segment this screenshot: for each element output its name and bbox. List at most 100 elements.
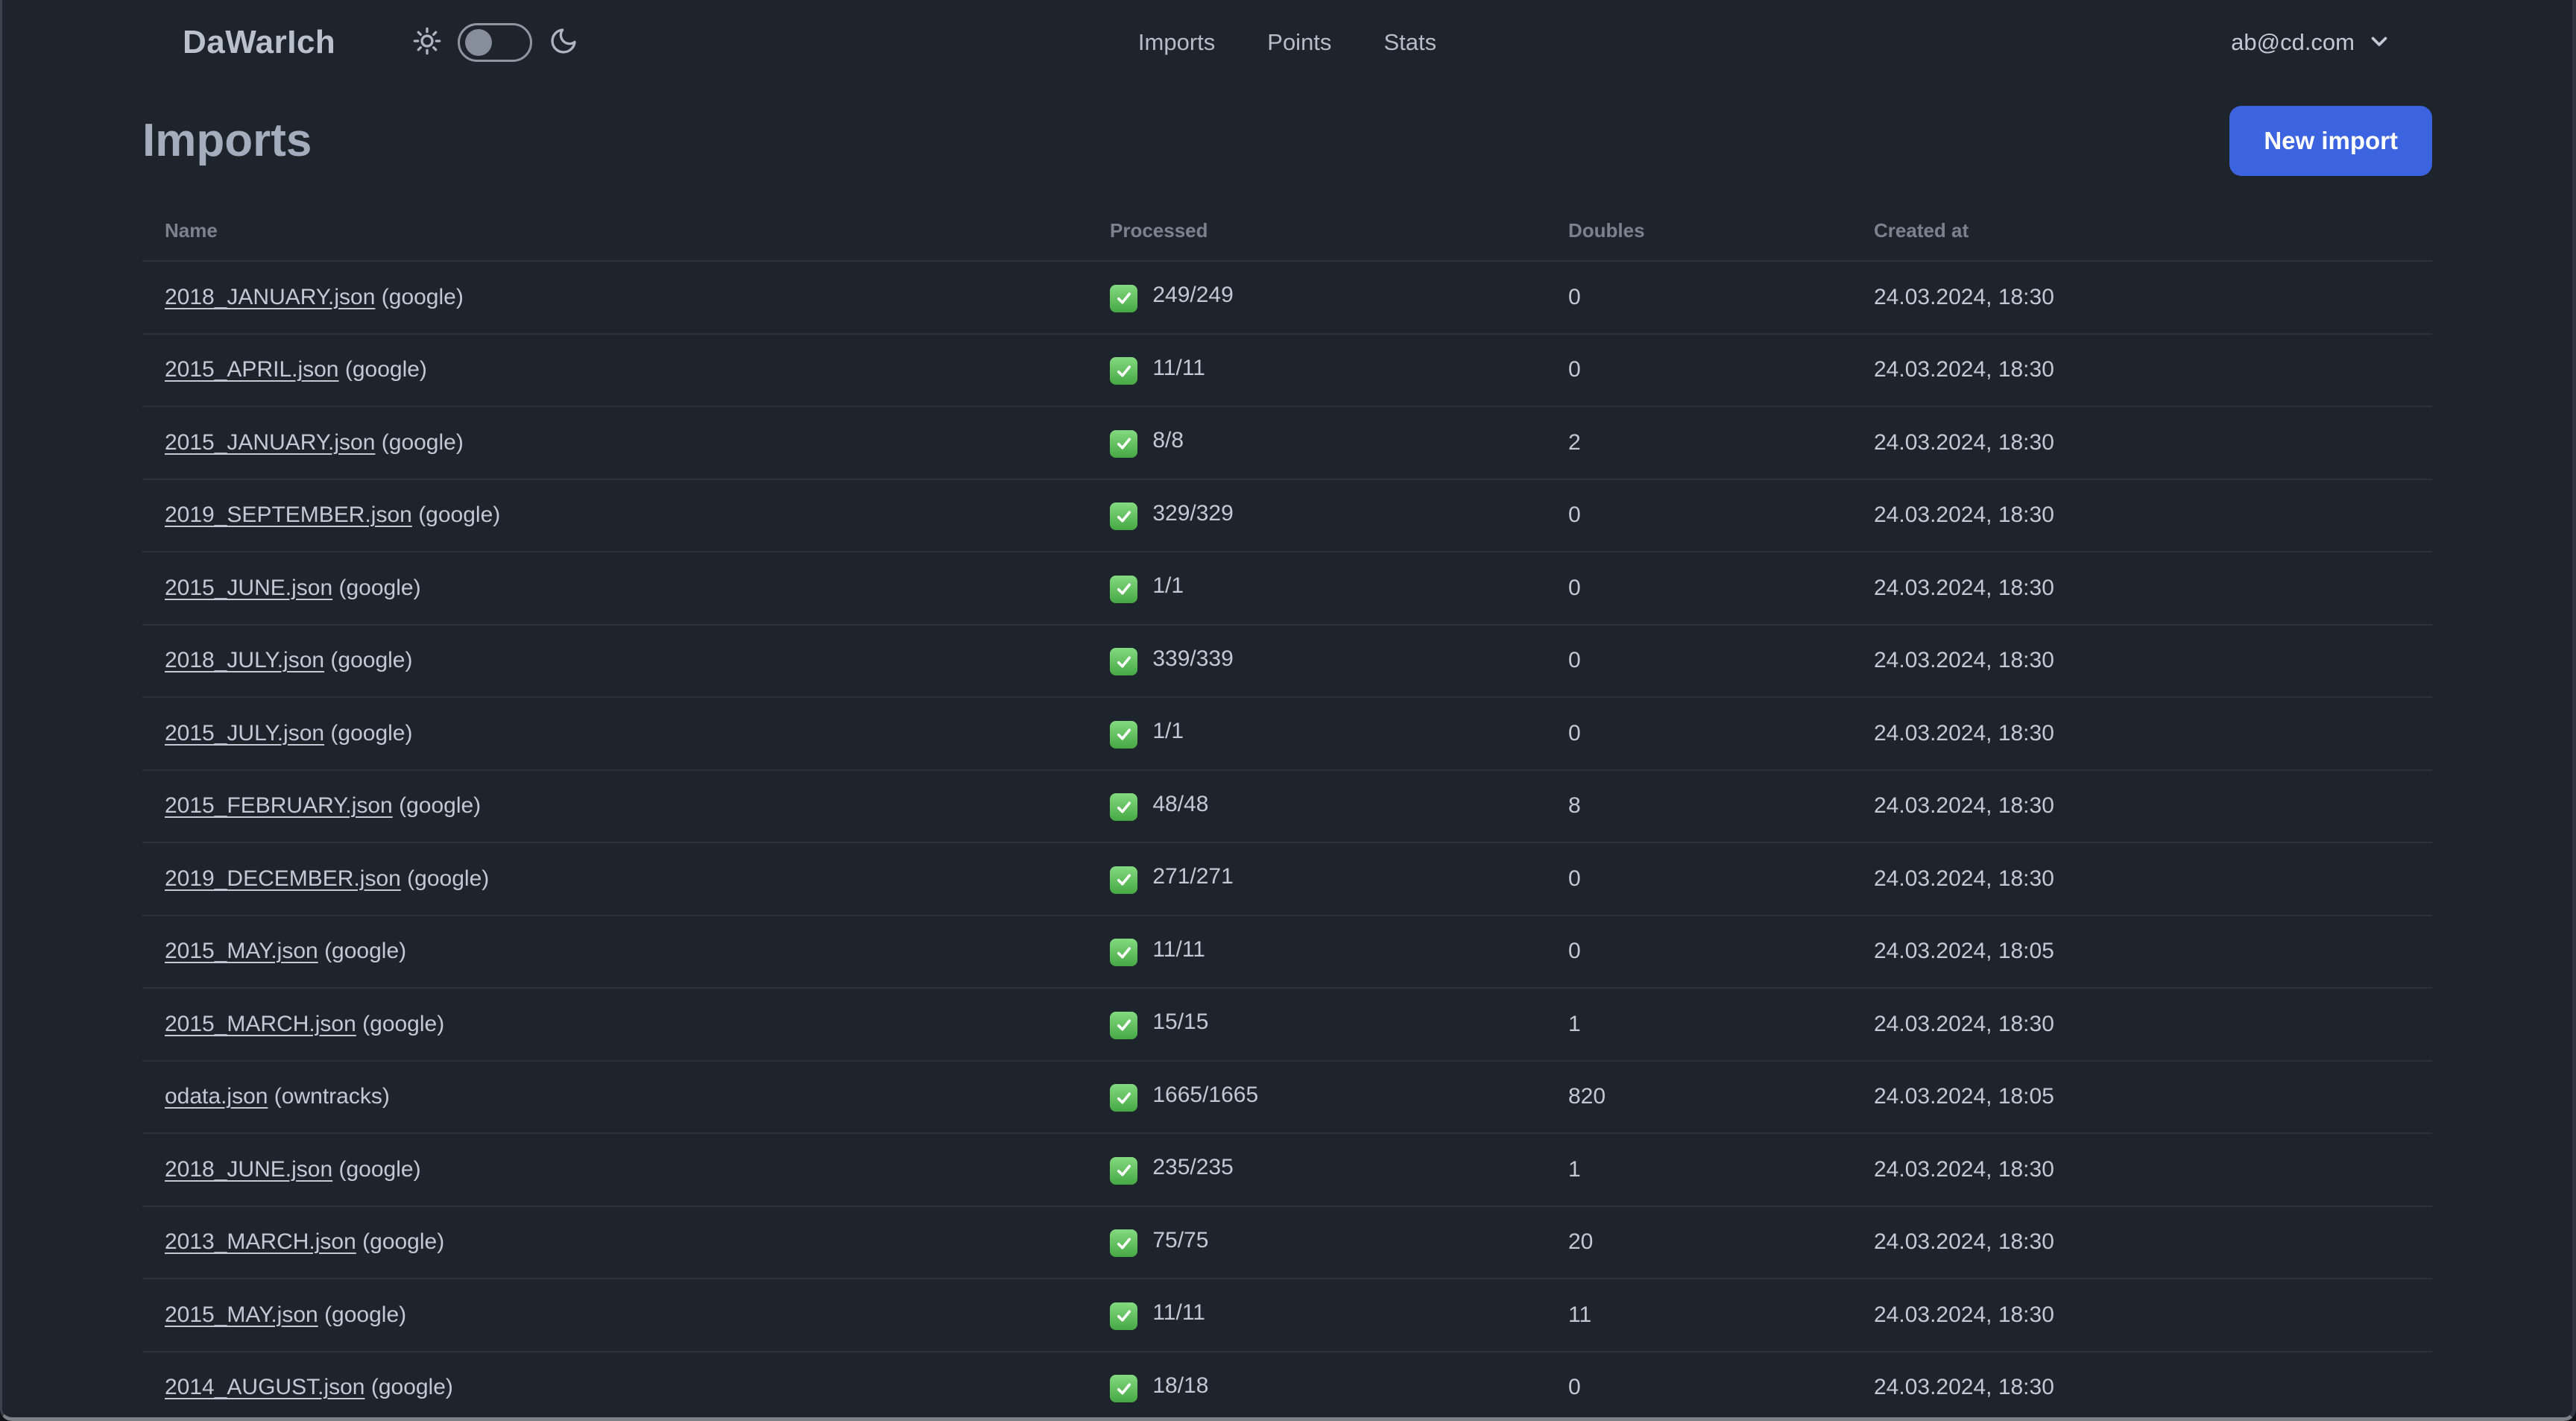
nav-link-stats[interactable]: Stats (1383, 29, 1436, 56)
processed-count: 18/18 (1152, 1373, 1209, 1398)
table-row: 2019_SEPTEMBER.json (google) 329/329 0 2… (142, 478, 2432, 552)
processed-cell: 48/48 (1087, 769, 1546, 842)
import-file-link[interactable]: 2015_MAY.json (165, 939, 318, 963)
success-check-icon (1110, 793, 1137, 821)
import-file-link[interactable]: 2018_JANUARY.json (165, 285, 375, 309)
import-file-link[interactable]: 2015_JULY.json (165, 721, 324, 746)
import-file-link[interactable]: 2015_MARCH.json (165, 1012, 356, 1036)
nav-link-imports[interactable]: Imports (1138, 29, 1215, 56)
import-file-link[interactable]: 2018_JULY.json (165, 648, 324, 672)
created-at-cell: 24.03.2024, 18:05 (1852, 1059, 2432, 1133)
sun-icon (413, 27, 441, 59)
created-at-cell: 24.03.2024, 18:30 (1852, 478, 2432, 552)
import-file-link[interactable]: 2015_MAY.json (165, 1302, 318, 1327)
import-file-link[interactable]: 2013_MARCH.json (165, 1229, 356, 1254)
name-cell: 2013_MARCH.json (google) (142, 1205, 1087, 1279)
nav-link-points[interactable]: Points (1267, 29, 1331, 56)
column-header-created-at: Created at (1874, 219, 1969, 242)
import-file-link[interactable]: odata.json (165, 1084, 268, 1109)
account-menu[interactable]: ab@cd.com (2231, 28, 2392, 57)
name-cell: 2018_JANUARY.json (google) (142, 260, 1087, 334)
app-window: DaWarIch Imports Points Stats ab@cd.com … (0, 0, 2576, 1421)
success-check-icon (1110, 720, 1137, 749)
table-row: odata.json (owntracks) 1665/1665 820 24.… (142, 1059, 2432, 1133)
created-at-cell: 24.03.2024, 18:30 (1852, 842, 2432, 916)
processed-cell: 249/249 (1087, 260, 1546, 334)
processed-count: 15/15 (1152, 1009, 1209, 1034)
processed-count: 1/1 (1152, 719, 1184, 743)
account-email: ab@cd.com (2231, 29, 2355, 55)
theme-toggle-switch[interactable] (458, 23, 533, 62)
import-source-label: (owntracks) (274, 1084, 390, 1109)
success-check-icon (1110, 502, 1137, 530)
imports-page: Imports New import Name Processed Double… (142, 85, 2432, 1417)
processed-cell: 235/235 (1087, 1132, 1546, 1206)
name-cell: 2015_JANUARY.json (google) (142, 406, 1087, 479)
doubles-cell: 0 (1546, 478, 1852, 552)
processed-cell: 11/11 (1087, 333, 1546, 406)
processed-cell: 339/339 (1087, 623, 1546, 697)
doubles-cell: 820 (1546, 1059, 1852, 1133)
import-file-link[interactable]: 2014_AUGUST.json (165, 1375, 364, 1399)
doubles-cell: 0 (1546, 696, 1852, 770)
table-row: 2015_JANUARY.json (google) 8/8 2 24.03.2… (142, 406, 2432, 479)
import-source-label: (google) (399, 793, 482, 819)
doubles-cell: 0 (1546, 842, 1852, 916)
created-at-cell: 24.03.2024, 18:30 (1852, 623, 2432, 697)
import-source-label: (google) (330, 720, 413, 746)
import-file-link[interactable]: 2019_SEPTEMBER.json (165, 502, 412, 527)
import-file-link[interactable]: 2018_JUNE.json (165, 1157, 332, 1182)
import-source-label: (google) (324, 1302, 407, 1327)
doubles-cell: 0 (1546, 260, 1852, 334)
import-file-link[interactable]: 2015_FEBRUARY.json (165, 793, 393, 818)
processed-count: 11/11 (1152, 1300, 1205, 1325)
success-check-icon (1110, 939, 1137, 966)
name-cell: 2014_AUGUST.json (google) (142, 1350, 1087, 1417)
import-source-label: (google) (362, 1011, 445, 1036)
import-source-label: (google) (338, 1156, 421, 1182)
import-file-link[interactable]: 2015_JUNE.json (165, 576, 332, 600)
column-header-doubles: Doubles (1568, 219, 1645, 242)
processed-count: 11/11 (1152, 936, 1205, 962)
app-logo[interactable]: DaWarIch (183, 24, 335, 61)
import-source-label: (google) (407, 866, 490, 891)
success-check-icon (1110, 575, 1137, 603)
main-nav: Imports Points Stats (1138, 0, 1436, 85)
created-at-cell: 24.03.2024, 18:30 (1852, 1350, 2432, 1417)
doubles-cell: 0 (1546, 551, 1852, 625)
processed-cell: 11/11 (1087, 914, 1546, 988)
name-cell: 2015_FEBRUARY.json (google) (142, 769, 1087, 842)
processed-cell: 271/271 (1087, 842, 1546, 916)
chevron-down-icon (2367, 28, 2392, 57)
import-file-link[interactable]: 2015_JANUARY.json (165, 430, 375, 455)
created-at-cell: 24.03.2024, 18:30 (1852, 406, 2432, 479)
created-at-cell: 24.03.2024, 18:30 (1852, 987, 2432, 1061)
new-import-button[interactable]: New import (2229, 106, 2432, 176)
processed-count: 11/11 (1152, 355, 1205, 380)
processed-cell: 8/8 (1087, 406, 1546, 479)
processed-count: 271/271 (1152, 864, 1234, 889)
processed-count: 1/1 (1152, 573, 1184, 598)
title-row: Imports New import (142, 106, 2432, 176)
page-title: Imports (142, 115, 312, 166)
created-at-cell: 24.03.2024, 18:30 (1852, 1278, 2432, 1352)
processed-count: 329/329 (1152, 500, 1234, 526)
import-file-link[interactable]: 2015_APRIL.json (165, 357, 339, 382)
import-file-link[interactable]: 2019_DECEMBER.json (165, 866, 401, 891)
column-header-processed: Processed (1110, 219, 1208, 242)
processed-count: 249/249 (1152, 283, 1234, 307)
import-source-label: (google) (344, 357, 427, 382)
processed-count: 339/339 (1152, 646, 1234, 671)
imports-table: Name Processed Doubles Created at 2018_J… (142, 206, 2432, 1417)
moon-icon (549, 26, 578, 60)
table-row: 2019_DECEMBER.json (google) 271/271 0 24… (142, 842, 2432, 916)
table-row: 2018_JANUARY.json (google) 249/249 0 24.… (142, 260, 2432, 334)
created-at-cell: 24.03.2024, 18:30 (1852, 551, 2432, 625)
processed-cell: 15/15 (1087, 987, 1546, 1061)
table-row: 2013_MARCH.json (google) 75/75 20 24.03.… (142, 1205, 2432, 1279)
doubles-cell: 20 (1546, 1205, 1852, 1279)
import-source-label: (google) (362, 1229, 445, 1255)
table-row: 2018_JUNE.json (google) 235/235 1 24.03.… (142, 1132, 2432, 1206)
name-cell: 2019_SEPTEMBER.json (google) (142, 478, 1087, 552)
import-source-label: (google) (330, 648, 413, 673)
